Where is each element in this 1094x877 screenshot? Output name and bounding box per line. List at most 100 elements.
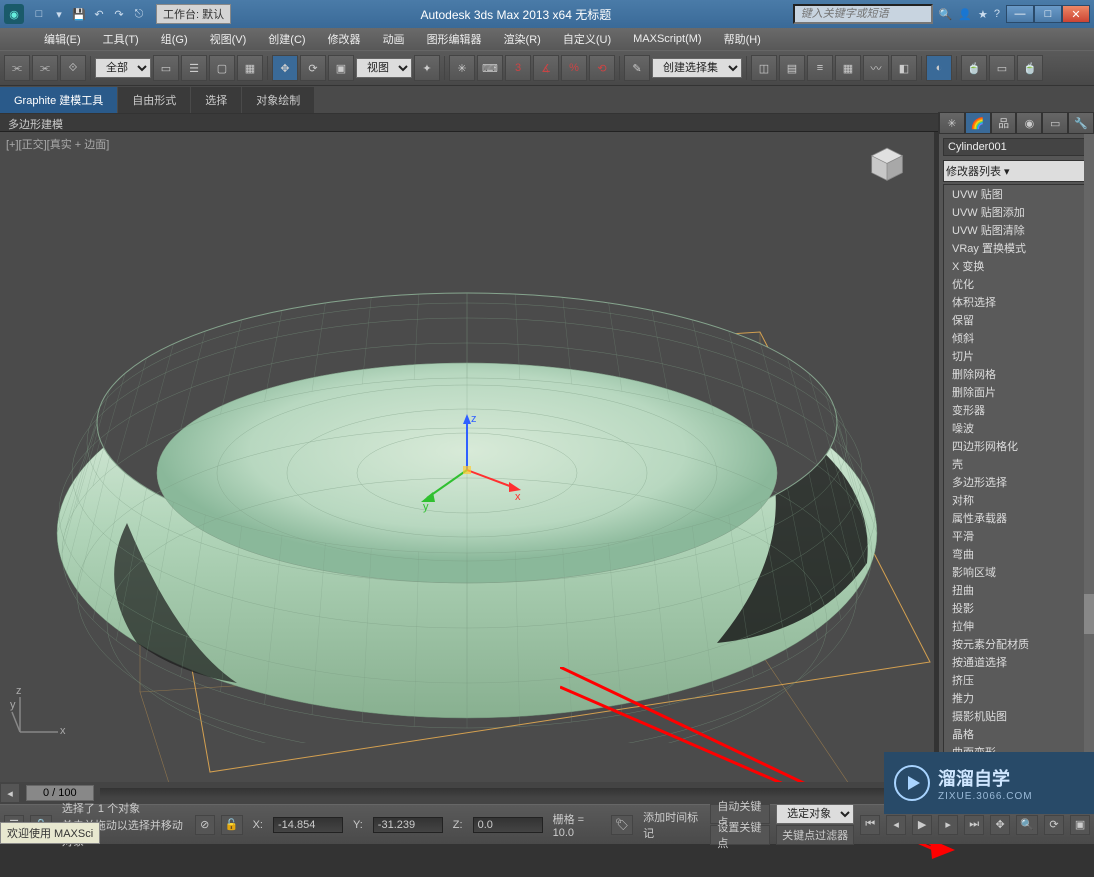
modifier-item[interactable]: 多边形选择 xyxy=(944,473,1089,491)
modifier-item[interactable]: 倾斜 xyxy=(944,329,1089,347)
modifier-item[interactable]: 属性承载器 xyxy=(944,509,1089,527)
snap-toggle-icon[interactable]: 3 xyxy=(505,55,531,81)
modifier-item[interactable]: UVW 贴图清除 xyxy=(944,221,1089,239)
add-time-tag[interactable]: 添加时间标记 xyxy=(639,809,704,841)
time-slider[interactable]: 0 / 100 xyxy=(26,785,94,801)
prev-frame-icon[interactable]: ◂ xyxy=(886,815,906,835)
select-rotate-icon[interactable]: ⟳ xyxy=(300,55,326,81)
menu-group[interactable]: 组(G) xyxy=(151,29,198,49)
keyboard-shortcut-icon[interactable]: ⌨ xyxy=(477,55,503,81)
menu-grapheditors[interactable]: 图形编辑器 xyxy=(417,29,492,49)
curve-editor-icon[interactable]: 〰 xyxy=(863,55,889,81)
menu-customize[interactable]: 自定义(U) xyxy=(553,29,621,49)
ribbon-tab-objectpaint[interactable]: 对象绘制 xyxy=(242,87,314,113)
spinner-snap-icon[interactable]: ⟲ xyxy=(589,55,615,81)
select-by-name-icon[interactable]: ☰ xyxy=(181,55,207,81)
bind-spacewarp-icon[interactable]: ⟐ xyxy=(60,55,86,81)
modifier-item[interactable]: 摄影机贴图 xyxy=(944,707,1089,725)
create-tab-icon[interactable]: ✳ xyxy=(939,112,965,134)
render-production-icon[interactable]: 🍵 xyxy=(1017,55,1043,81)
menu-edit[interactable]: 编辑(E) xyxy=(34,29,91,49)
menu-maxscript[interactable]: MAXScript(M) xyxy=(623,31,711,47)
modifier-item[interactable]: 扭曲 xyxy=(944,581,1089,599)
play-icon[interactable]: ▶ xyxy=(912,815,932,835)
menu-rendering[interactable]: 渲染(R) xyxy=(494,29,551,49)
panel-scrollbar[interactable] xyxy=(1084,134,1094,782)
isolate-icon[interactable]: ⊘ xyxy=(195,815,215,835)
modifier-item[interactable]: 投影 xyxy=(944,599,1089,617)
mirror-icon[interactable]: ◫ xyxy=(751,55,777,81)
transform-gizmo[interactable]: z x y xyxy=(407,410,527,530)
welcome-tab[interactable]: 欢迎使用 MAXSci xyxy=(0,822,100,844)
modifier-item[interactable]: 平滑 xyxy=(944,527,1089,545)
app-logo[interactable]: ◉ xyxy=(4,4,24,24)
goto-start-icon[interactable]: ⏮ xyxy=(860,815,880,835)
set-key-button[interactable]: 设置关键点 xyxy=(710,825,770,845)
modifier-item[interactable]: UVW 贴图添加 xyxy=(944,203,1089,221)
modifier-item[interactable]: 删除网格 xyxy=(944,365,1089,383)
ribbon-tab-graphite[interactable]: Graphite 建模工具 xyxy=(0,87,117,113)
display-tab-icon[interactable]: ▭ xyxy=(1042,112,1068,134)
modifier-item[interactable]: 按通道选择 xyxy=(944,653,1089,671)
pivot-center-icon[interactable]: ✦ xyxy=(414,55,440,81)
modifier-item[interactable]: 优化 xyxy=(944,275,1089,293)
modifier-item[interactable]: UVW 贴图 xyxy=(944,185,1089,203)
unlink-icon[interactable]: ⫘ xyxy=(32,55,58,81)
selection-lock-icon[interactable]: 🔓 xyxy=(221,815,243,835)
motion-tab-icon[interactable]: ◉ xyxy=(1016,112,1042,134)
modifier-item[interactable]: 体积选择 xyxy=(944,293,1089,311)
workspace-dropdown[interactable]: 工作台: 默认 xyxy=(156,4,231,24)
utilities-tab-icon[interactable]: 🔧 xyxy=(1068,112,1094,134)
menu-create[interactable]: 创建(C) xyxy=(258,29,315,49)
zoom-extents-icon[interactable]: 🔍 xyxy=(1016,815,1038,835)
hierarchy-tab-icon[interactable]: 品 xyxy=(991,112,1017,134)
modifier-item[interactable]: 删除面片 xyxy=(944,383,1089,401)
select-move-icon[interactable]: ✥ xyxy=(272,55,298,81)
modifier-item[interactable]: 变形器 xyxy=(944,401,1089,419)
x-coord-input[interactable] xyxy=(273,817,343,833)
select-link-icon[interactable]: ⫘ xyxy=(4,55,30,81)
manipulate-icon[interactable]: ✳ xyxy=(449,55,475,81)
time-tag-icon[interactable]: 🏷 xyxy=(611,815,633,835)
named-selection-dropdown[interactable]: 创建选择集 xyxy=(652,58,742,78)
modify-tab-icon[interactable]: 🌈 xyxy=(965,112,991,134)
y-coord-input[interactable] xyxy=(373,817,443,833)
window-crossing-icon[interactable]: ▦ xyxy=(237,55,263,81)
key-filters-button[interactable]: 关键点过滤器 xyxy=(776,825,854,845)
menu-modifiers[interactable]: 修改器 xyxy=(318,29,371,49)
ribbon-panel-label[interactable]: 多边形建模 xyxy=(0,114,1094,132)
menu-animation[interactable]: 动画 xyxy=(373,29,415,49)
modifier-item[interactable]: X 变换 xyxy=(944,257,1089,275)
modifier-item[interactable]: 四边形网格化 xyxy=(944,437,1089,455)
modifier-item[interactable]: 晶格 xyxy=(944,725,1089,743)
minimize-button[interactable]: — xyxy=(1006,5,1034,23)
infocenter-icon[interactable]: 🔍 xyxy=(939,8,953,21)
orbit-icon[interactable]: ⟳ xyxy=(1044,815,1064,835)
next-frame-icon[interactable]: ▸ xyxy=(938,815,958,835)
menu-view[interactable]: 视图(V) xyxy=(200,29,257,49)
modifier-item[interactable]: 切片 xyxy=(944,347,1089,365)
ribbon-tab-freeform[interactable]: 自由形式 xyxy=(118,87,190,113)
redo-icon[interactable]: ↷ xyxy=(110,5,128,23)
ribbon-tab-selection[interactable]: 选择 xyxy=(191,87,241,113)
help-search-input[interactable] xyxy=(793,4,933,24)
pan-view-icon[interactable]: ✥ xyxy=(990,815,1010,835)
viewport[interactable]: [+][正交][真实 + 边面] xyxy=(0,132,934,782)
ref-coord-dropdown[interactable]: 视图 xyxy=(356,58,412,78)
modifier-list-dropdown[interactable]: 修改器列表 ▾ xyxy=(943,160,1090,182)
select-region-icon[interactable]: ▢ xyxy=(209,55,235,81)
key-target-dropdown[interactable]: 选定对象 xyxy=(776,804,854,824)
z-coord-input[interactable] xyxy=(473,817,543,833)
angle-snap-icon[interactable]: ∡ xyxy=(533,55,559,81)
modifier-item[interactable]: 壳 xyxy=(944,455,1089,473)
select-object-icon[interactable]: ▭ xyxy=(153,55,179,81)
render-setup-icon[interactable]: 🍵 xyxy=(961,55,987,81)
modifier-item[interactable]: 挤压 xyxy=(944,671,1089,689)
new-icon[interactable]: □ xyxy=(30,5,48,23)
modifier-item[interactable]: 对称 xyxy=(944,491,1089,509)
schematic-view-icon[interactable]: ◧ xyxy=(891,55,917,81)
help-icon[interactable]: ? xyxy=(994,8,1000,21)
save-icon[interactable]: 💾 xyxy=(70,5,88,23)
object-name-input[interactable] xyxy=(943,138,1094,156)
menu-help[interactable]: 帮助(H) xyxy=(714,29,771,49)
